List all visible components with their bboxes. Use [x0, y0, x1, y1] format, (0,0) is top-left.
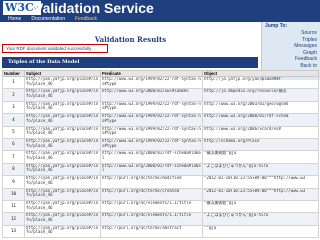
object-cell: "横浜美術館"@ja: [202, 150, 319, 164]
row-number-cell: 13: [2, 224, 25, 239]
table-row: 3 http://yan.yafjp.org/place#/info/place_…: [2, 100, 319, 115]
nav-feedback[interactable]: Feedback: [75, 16, 97, 22]
subject-cell: http://yan.yafjp.org/place#/info/place_4…: [24, 137, 101, 152]
object-cell: "2012-01-10T10:23:55+09:00"^^http://www.…: [202, 187, 319, 201]
table-row: 10 http://yan.yafjp.org/place#/info/place…: [2, 187, 319, 201]
jump-to-title: Jump To:: [265, 23, 288, 29]
row-number-cell: 12: [2, 212, 25, 226]
object-cell: "横浜美術館"@ja: [202, 199, 319, 214]
object-cell: "2012-01-10T10:23:55+09:00"^^http://www.…: [202, 175, 319, 189]
row-number-cell: 3: [2, 100, 25, 115]
service-title: Validation Service: [34, 0, 154, 16]
predicate-cell: http://purl.org/dc/elements/1.1/title: [100, 199, 203, 214]
subject-cell: http://yan.yafjp.org/place#/info/place_4…: [24, 162, 101, 177]
triples-table: Number Subject Predicate Object 1 http://…: [2, 70, 319, 239]
predicate-cell: http://purl.org/dc/elements/1.1/title: [100, 212, 203, 226]
row-number-cell: 1: [2, 75, 25, 90]
table-row: 5 http://yan.yafjp.org/place#/info/place_…: [2, 125, 319, 139]
row-number-cell: 10: [2, 187, 25, 201]
predicate-cell: http://purl.org/dc/terms/modified: [100, 175, 203, 189]
subject-cell: http://yan.yafjp.org/place#/info/place_4…: [24, 224, 101, 239]
predicate-cell: http://www.w3.org/1999/02/22-rdf-syntax-…: [100, 75, 203, 90]
row-number-cell: 11: [2, 199, 25, 214]
table-row: 12 http://yan.yafjp.org/place#/info/place…: [2, 212, 319, 226]
row-number-cell: 6: [2, 137, 25, 152]
object-cell: http://ja.dbpedia.org/resource/横浜: [202, 88, 319, 102]
object-cell: http://schema.org/Place: [202, 137, 319, 152]
subject-cell: http://yan.yafjp.org/place#/info/place_4…: [24, 187, 101, 201]
object-cell: "よこはまびじゅつかん"@ja-hira: [202, 162, 319, 177]
predicate-cell: http://www.w3.org/1999/02/22-rdf-syntax-…: [100, 125, 203, 139]
table-row: 7 http://yan.yafjp.org/place#/info/place_…: [2, 150, 319, 164]
table-body: 1 http://yan.yafjp.org/place#/info/place_…: [2, 75, 319, 239]
subject-cell: http://yan.yafjp.org/place#/info/place_4…: [24, 100, 101, 115]
subject-cell: http://yan.yafjp.org/place#/info/place_4…: [24, 125, 101, 139]
subject-cell: http://yan.yafjp.org/place#/info/place_4…: [24, 75, 101, 90]
object-cell: http://www.w3.org/2003/01/geo/wgs84: [202, 100, 319, 115]
validation-status-message: Your RDF document validated successfully…: [2, 44, 108, 53]
predicate-cell: http://www.w3.org/1999/02/22-rdf-syntax-…: [100, 113, 203, 127]
page-title: Validation Results: [94, 35, 167, 44]
predicate-cell: http://www.w3.org/2000/01/rdf-schema#lab…: [100, 150, 203, 164]
row-number-cell: 2: [2, 88, 25, 102]
object-cell: http://www.w3.org/2000/01/rdf-schem: [202, 113, 319, 127]
row-number-cell: 8: [2, 162, 25, 177]
table-row: 4 http://yan.yafjp.org/place#/info/place_…: [2, 113, 319, 127]
table-row: 11 http://yan.yafjp.org/place#/info/place…: [2, 199, 319, 214]
section-heading-triples: Triples of the Data Model: [2, 57, 258, 68]
subject-cell: http://yan.yafjp.org/place#/info/place_4…: [24, 199, 101, 214]
object-cell: ""@ja: [202, 224, 319, 239]
row-number-cell: 4: [2, 113, 25, 127]
nav-home[interactable]: Home: [8, 16, 21, 22]
object-cell: http://ja.yafjp.org/yan/place#4f: [202, 75, 319, 90]
subject-cell: http://yan.yafjp.org/place#/info/place_4…: [24, 88, 101, 102]
table-row: 6 http://yan.yafjp.org/place#/info/place_…: [2, 137, 319, 152]
table-row: 1 http://yan.yafjp.org/place#/info/place_…: [2, 75, 319, 90]
subject-cell: http://yan.yafjp.org/place#/info/place_4…: [24, 150, 101, 164]
subject-cell: http://yan.yafjp.org/place#/info/place_4…: [24, 175, 101, 189]
predicate-cell: http://purl.org/dc/terms/created: [100, 187, 203, 201]
subject-cell: http://yan.yafjp.org/place#/info/place_4…: [24, 113, 101, 127]
logo-text: W3C: [5, 1, 34, 14]
table-row: 2 http://yan.yafjp.org/place#/info/place_…: [2, 88, 319, 102]
table-row: 8 http://yan.yafjp.org/place#/info/place_…: [2, 162, 319, 177]
nav-documentation[interactable]: Documentation: [31, 16, 65, 22]
predicate-cell: http://www.w3.org/2000/01/owl#sameAs: [100, 88, 203, 102]
row-number-cell: 9: [2, 175, 25, 189]
predicate-cell: http://www.w3.org/1999/02/22-rdf-syntax-…: [100, 137, 203, 152]
top-nav: Home Documentation Feedback: [8, 16, 97, 22]
predicate-cell: http://www.w3.org/2000/01/rdf-schema#lab…: [100, 162, 203, 177]
row-number-cell: 5: [2, 125, 25, 139]
table-row: 13 http://yan.yafjp.org/place#/info/place…: [2, 224, 319, 239]
object-cell: "よこはまびじゅつかん"@ja-hira: [202, 212, 319, 226]
header-bar: W3C® Validation Service Home Documentati…: [0, 0, 320, 22]
table-row: 9 http://yan.yafjp.org/place#/info/place_…: [2, 175, 319, 189]
subject-cell: http://yan.yafjp.org/place#/info/place_4…: [24, 212, 101, 226]
predicate-cell: http://www.w3.org/1999/02/22-rdf-syntax-…: [100, 100, 203, 115]
row-number-cell: 7: [2, 150, 25, 164]
jump-link-back[interactable]: Back to: [265, 63, 317, 70]
predicate-cell: http://purl.org/dc/terms/abstract: [100, 224, 203, 239]
object-cell: http://www.w3.org/2006/vcard/ns#: [202, 125, 319, 139]
